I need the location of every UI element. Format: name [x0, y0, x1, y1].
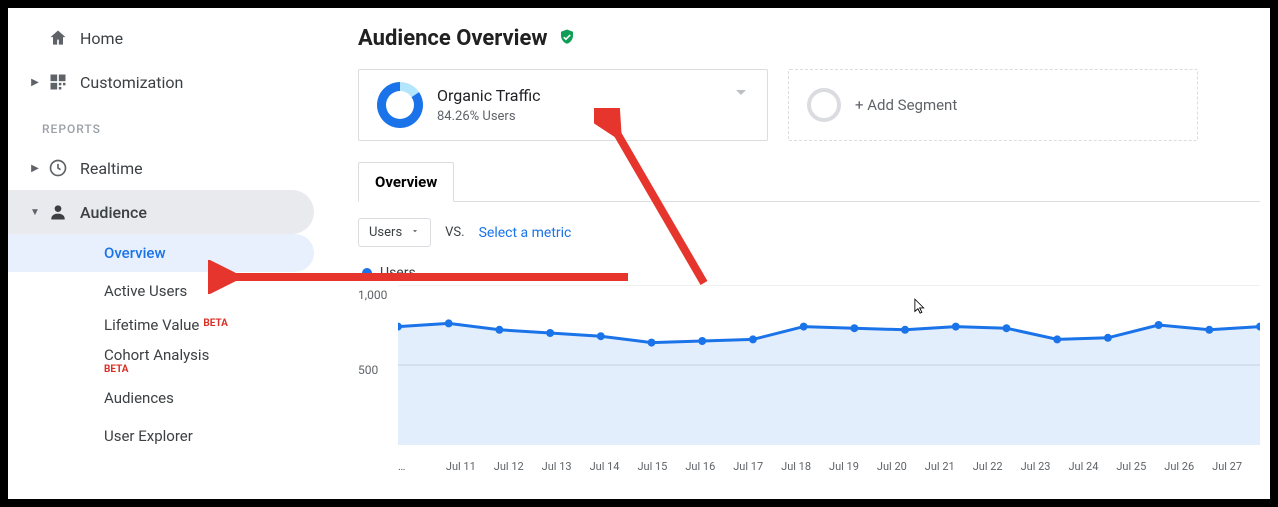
sidebar-item-home[interactable]: Home: [8, 16, 328, 60]
sidebar-sub-active-users[interactable]: Active Users: [8, 272, 314, 310]
cursor-icon: [914, 298, 928, 316]
sidebar-label-realtime: Realtime: [80, 159, 328, 178]
sub-label: Lifetime Value: [104, 316, 199, 334]
x-tick: Jul 23: [1021, 460, 1069, 473]
line-chart: 1,000 500 …Jul 11Jul 12Jul 13Jul 14Jul 1…: [358, 285, 1260, 455]
segment-card-organic[interactable]: Organic Traffic 84.26% Users: [358, 69, 768, 141]
x-tick: Jul 14: [590, 460, 638, 473]
x-tick: Jul 17: [733, 460, 781, 473]
x-tick: Jul 26: [1164, 460, 1212, 473]
sidebar-label-home: Home: [80, 29, 328, 48]
chevron-down-icon[interactable]: [729, 80, 753, 108]
x-tick: Jul 21: [925, 460, 973, 473]
sidebar-section-reports: REPORTS: [8, 104, 328, 146]
vs-label: VS.: [445, 225, 464, 240]
x-tick: Jul 25: [1116, 460, 1164, 473]
sidebar-sub-overview[interactable]: Overview: [8, 234, 314, 272]
select-metric-link[interactable]: Select a metric: [479, 225, 572, 241]
donut-chart-icon: [377, 82, 423, 128]
x-tick: Jul 15: [637, 460, 685, 473]
person-icon: [42, 202, 80, 222]
metric-dropdown[interactable]: Users: [358, 218, 431, 247]
home-icon: [42, 28, 80, 48]
segment-card-add[interactable]: + Add Segment: [788, 69, 1198, 141]
x-tick: Jul 18: [781, 460, 829, 473]
segment-title: Organic Traffic: [437, 86, 541, 105]
x-tick: …: [398, 460, 446, 473]
x-axis: …Jul 11Jul 12Jul 13Jul 14Jul 15Jul 16Jul…: [398, 460, 1260, 473]
sub-label: Audiences: [104, 389, 174, 407]
x-tick: Jul 11: [446, 460, 494, 473]
sidebar: Home ▶ Customization REPORTS ▶ Realtime …: [8, 8, 328, 499]
tab-overview[interactable]: Overview: [358, 162, 454, 202]
x-tick: Jul 22: [973, 460, 1021, 473]
y-tick-500: 500: [358, 363, 378, 377]
sidebar-label-audience: Audience: [80, 203, 314, 222]
verified-shield-icon: [558, 28, 576, 50]
sidebar-item-audience[interactable]: ▼ Audience: [8, 190, 314, 234]
sidebar-item-realtime[interactable]: ▶ Realtime: [8, 146, 328, 190]
sub-label: Cohort Analysis: [104, 346, 209, 364]
sidebar-sub-lifetime-value[interactable]: Lifetime Value BETA: [8, 310, 314, 340]
caret-right-icon: ▶: [28, 77, 42, 88]
x-tick: Jul 24: [1068, 460, 1116, 473]
dashboard-icon: [42, 72, 80, 92]
sidebar-item-customization[interactable]: ▶ Customization: [8, 60, 328, 104]
caret-right-icon: ▶: [28, 163, 42, 174]
tabbar: Overview: [358, 161, 1260, 202]
clock-icon: [42, 158, 80, 178]
empty-circle-icon: [807, 88, 841, 122]
legend-dot: [362, 268, 372, 278]
caret-down-icon: [410, 225, 420, 240]
sub-label: Active Users: [104, 282, 187, 300]
caret-down-icon: ▼: [28, 207, 42, 218]
sidebar-sub-user-explorer[interactable]: User Explorer: [8, 417, 314, 455]
sub-label: User Explorer: [104, 427, 193, 445]
beta-badge: BETA: [8, 364, 328, 375]
x-tick: Jul 19: [829, 460, 877, 473]
main-content: Audience Overview Organic Traffic 84.26%…: [328, 8, 1270, 499]
segment-subtitle: 84.26% Users: [437, 109, 541, 124]
add-segment-label: + Add Segment: [855, 96, 957, 114]
x-tick: Jul 27: [1212, 460, 1260, 473]
x-tick: Jul 12: [494, 460, 542, 473]
sub-label: Overview: [104, 244, 166, 262]
sidebar-sub-audiences[interactable]: Audiences: [8, 379, 314, 417]
x-tick: Jul 20: [877, 460, 925, 473]
legend-users: Users: [380, 265, 416, 281]
y-tick-1000: 1,000: [358, 288, 387, 302]
page-title: Audience Overview: [358, 26, 548, 51]
x-tick: Jul 16: [685, 460, 733, 473]
x-tick: Jul 13: [542, 460, 590, 473]
beta-badge: BETA: [203, 318, 228, 329]
sidebar-label-customization: Customization: [80, 73, 328, 92]
metric-dropdown-label: Users: [369, 225, 402, 240]
